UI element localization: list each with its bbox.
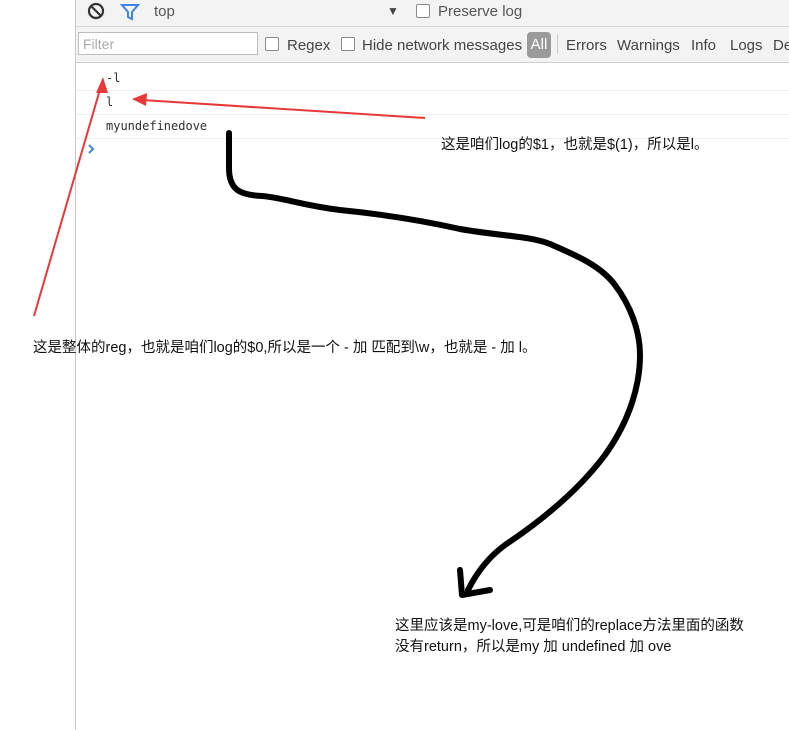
red-arrow-line <box>33 85 102 317</box>
annotation-replace-line2: 没有return，所以是my 加 undefined 加 ove <box>395 639 672 655</box>
annotation-dollar0: 这是整体的reg，也就是咱们log的$0,所以是一个 - 加 匹配到\w，也就是… <box>33 340 537 356</box>
annotation-replace-line1: 这里应该是my-love,可是咱们的replace方法里面的函数 <box>395 618 744 634</box>
annotation-dollar1: 这是咱们log的$1，也就是$(1)，所以是l。 <box>441 137 709 153</box>
red-arrowhead-icon <box>132 93 147 106</box>
red-arrow-line <box>141 99 426 119</box>
devtools-console-screenshot: top ▼ Preserve log Regex Hide network me… <box>0 0 789 730</box>
red-arrowhead-icon <box>96 77 108 93</box>
black-brush-arrow <box>226 130 643 593</box>
